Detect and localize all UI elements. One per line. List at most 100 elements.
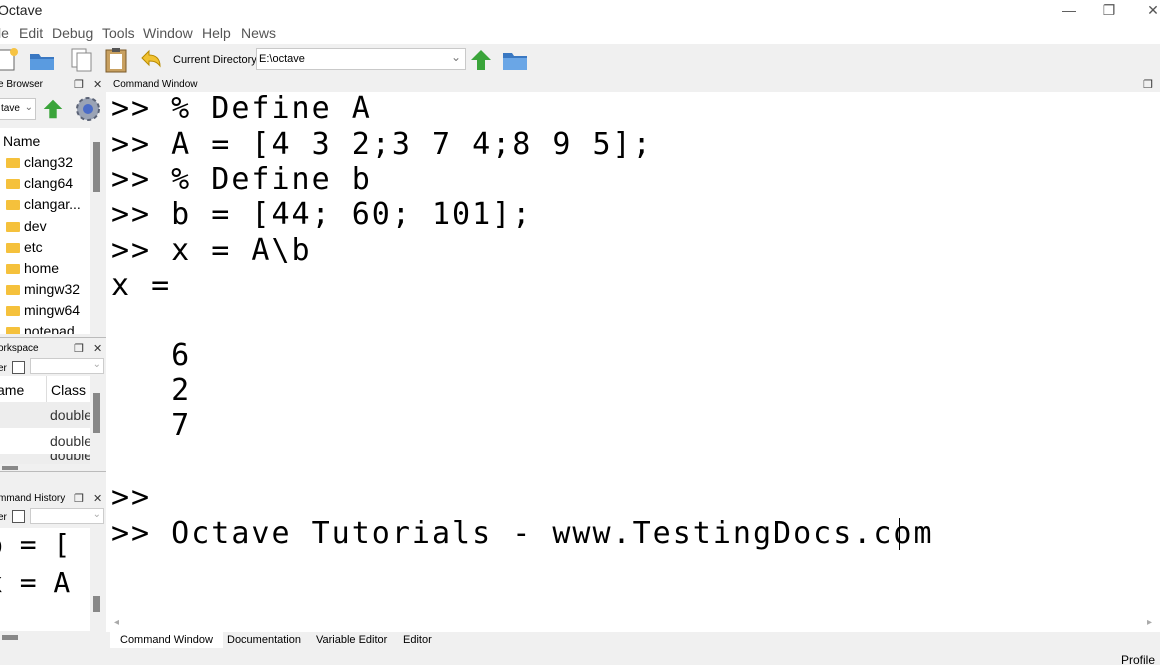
tab-command-window[interactable]: Command Window: [110, 632, 223, 648]
horizontal-scrollbar[interactable]: [0, 631, 90, 651]
scroll-right-icon[interactable]: ▸: [1147, 617, 1152, 628]
undock-icon[interactable]: ❐: [74, 342, 84, 355]
filter-checkbox[interactable]: [12, 510, 25, 523]
close-button[interactable]: ✕: [1130, 0, 1160, 22]
file-list: clang32 clang64 clangar... dev etc home …: [0, 150, 90, 334]
command-history-panel: mmand History ❐ ✕ er ⌄ b = [ x = A: [0, 471, 106, 651]
command-window-titlebar: Command Window ❐: [106, 76, 1160, 92]
close-icon[interactable]: ✕: [93, 342, 102, 355]
list-item[interactable]: home: [6, 260, 59, 276]
restore-button[interactable]: ❐: [1086, 0, 1132, 22]
workspace-table: ame Class double double double: [0, 376, 92, 472]
table-row[interactable]: double: [0, 402, 92, 428]
workspace-title: orkspace: [0, 343, 39, 354]
console-line: >> % Define b: [111, 162, 372, 197]
file-list-scrollbar[interactable]: [90, 128, 104, 334]
console-line: >> A = [4 3 2;3 7 4;8 9 5];: [111, 127, 653, 162]
folder-icon: [6, 264, 20, 274]
list-item[interactable]: clang64: [6, 175, 73, 191]
folder-icon: [6, 285, 20, 295]
undo-icon[interactable]: [136, 47, 164, 73]
scrollbar-thumb[interactable]: [93, 142, 100, 192]
command-window-hscrollbar[interactable]: ◂ ▸: [106, 616, 1160, 632]
folder-icon: [6, 158, 20, 168]
folder-icon: [6, 222, 20, 232]
up-directory-icon[interactable]: [40, 96, 66, 122]
table-row[interactable]: double: [0, 454, 90, 464]
scrollbar-thumb[interactable]: [93, 393, 100, 433]
tab-editor[interactable]: Editor: [393, 632, 442, 648]
status-bar: Profile: [0, 650, 1160, 667]
path-value: tave: [1, 103, 20, 114]
workspace-scrollbar[interactable]: [90, 376, 104, 472]
list-item[interactable]: x = A: [0, 566, 70, 599]
list-item[interactable]: notepad: [6, 323, 75, 334]
folder-icon: [6, 200, 20, 210]
menu-debug[interactable]: Debug: [52, 25, 93, 41]
undock-icon[interactable]: ❐: [74, 492, 84, 505]
browse-directory-icon[interactable]: [501, 47, 529, 73]
parent-directory-icon[interactable]: [467, 47, 495, 73]
current-directory-input[interactable]: E:\octave ⌄: [256, 48, 466, 70]
file-list-header[interactable]: Name: [0, 128, 90, 150]
chevron-down-icon: ⌄: [24, 102, 33, 113]
window-title: Octave: [0, 2, 43, 18]
column-header-name: ame: [0, 382, 25, 398]
history-scrollbar[interactable]: [90, 528, 104, 631]
console-line: 6: [111, 338, 192, 373]
list-item[interactable]: dev: [6, 218, 47, 234]
open-folder-icon[interactable]: [28, 47, 56, 73]
filter-checkbox[interactable]: [12, 361, 25, 374]
menu-news[interactable]: News: [241, 25, 276, 41]
console-line: >> % Define A: [111, 91, 372, 126]
command-history-title: mmand History: [0, 493, 66, 504]
toolbar: Current Directory:: [0, 44, 1160, 76]
menu-edit[interactable]: Edit: [19, 25, 43, 41]
console-line: >> b = [44; 60; 101];: [111, 197, 533, 232]
workspace-panel: orkspace ❐ ✕ er ⌄ ame Class double doubl…: [0, 337, 106, 472]
filter-combobox[interactable]: ⌄: [30, 508, 104, 524]
copy-icon[interactable]: [68, 47, 96, 73]
chevron-down-icon: ⌄: [92, 509, 101, 520]
tab-variable-editor[interactable]: Variable Editor: [306, 632, 397, 648]
current-directory-value: E:\octave: [259, 53, 305, 65]
scrollbar-thumb[interactable]: [93, 596, 100, 612]
filter-label: er: [0, 512, 7, 523]
list-item[interactable]: b = [: [0, 528, 70, 561]
scrollbar-thumb[interactable]: [2, 635, 18, 640]
history-list: b = [ x = A: [0, 528, 90, 631]
list-item[interactable]: mingw64: [6, 302, 80, 318]
console-line: 7: [111, 408, 192, 443]
chevron-down-icon: ⌄: [92, 359, 101, 370]
menu-tools[interactable]: Tools: [102, 25, 135, 41]
paste-icon[interactable]: [102, 47, 130, 73]
command-window-title: Command Window: [113, 79, 198, 90]
close-icon[interactable]: ✕: [93, 78, 102, 91]
table-row[interactable]: double: [0, 428, 92, 454]
text-cursor: [899, 518, 900, 550]
undock-icon[interactable]: ❐: [74, 78, 84, 91]
filter-combobox[interactable]: ⌄: [30, 358, 104, 374]
console-line: >> Octave Tutorials - www.TestingDocs.co…: [111, 516, 934, 551]
folder-icon: [6, 243, 20, 253]
gear-icon[interactable]: [73, 94, 103, 124]
scrollbar-thumb[interactable]: [2, 466, 18, 470]
list-item[interactable]: clang32: [6, 154, 73, 170]
title-bar: Octave — ❐ ✕: [0, 0, 1160, 22]
path-combobox[interactable]: tave ⌄: [0, 98, 36, 120]
list-item[interactable]: clangar...: [6, 196, 81, 212]
close-icon[interactable]: ✕: [93, 492, 102, 505]
menu-file[interactable]: le: [0, 25, 9, 41]
column-header-class: Class: [51, 382, 87, 398]
column-header-name: Name: [3, 133, 41, 149]
menu-window[interactable]: Window: [143, 25, 193, 41]
chevron-down-icon[interactable]: ⌄: [451, 50, 461, 64]
tab-documentation[interactable]: Documentation: [217, 632, 311, 648]
list-item[interactable]: etc: [6, 239, 43, 255]
menu-help[interactable]: Help: [202, 25, 231, 41]
scroll-left-icon[interactable]: ◂: [114, 617, 119, 628]
undock-icon[interactable]: ❐: [1143, 78, 1153, 91]
console-line: >> x = A\b: [111, 233, 312, 268]
list-item[interactable]: mingw32: [6, 281, 80, 297]
new-file-icon[interactable]: [0, 47, 22, 73]
